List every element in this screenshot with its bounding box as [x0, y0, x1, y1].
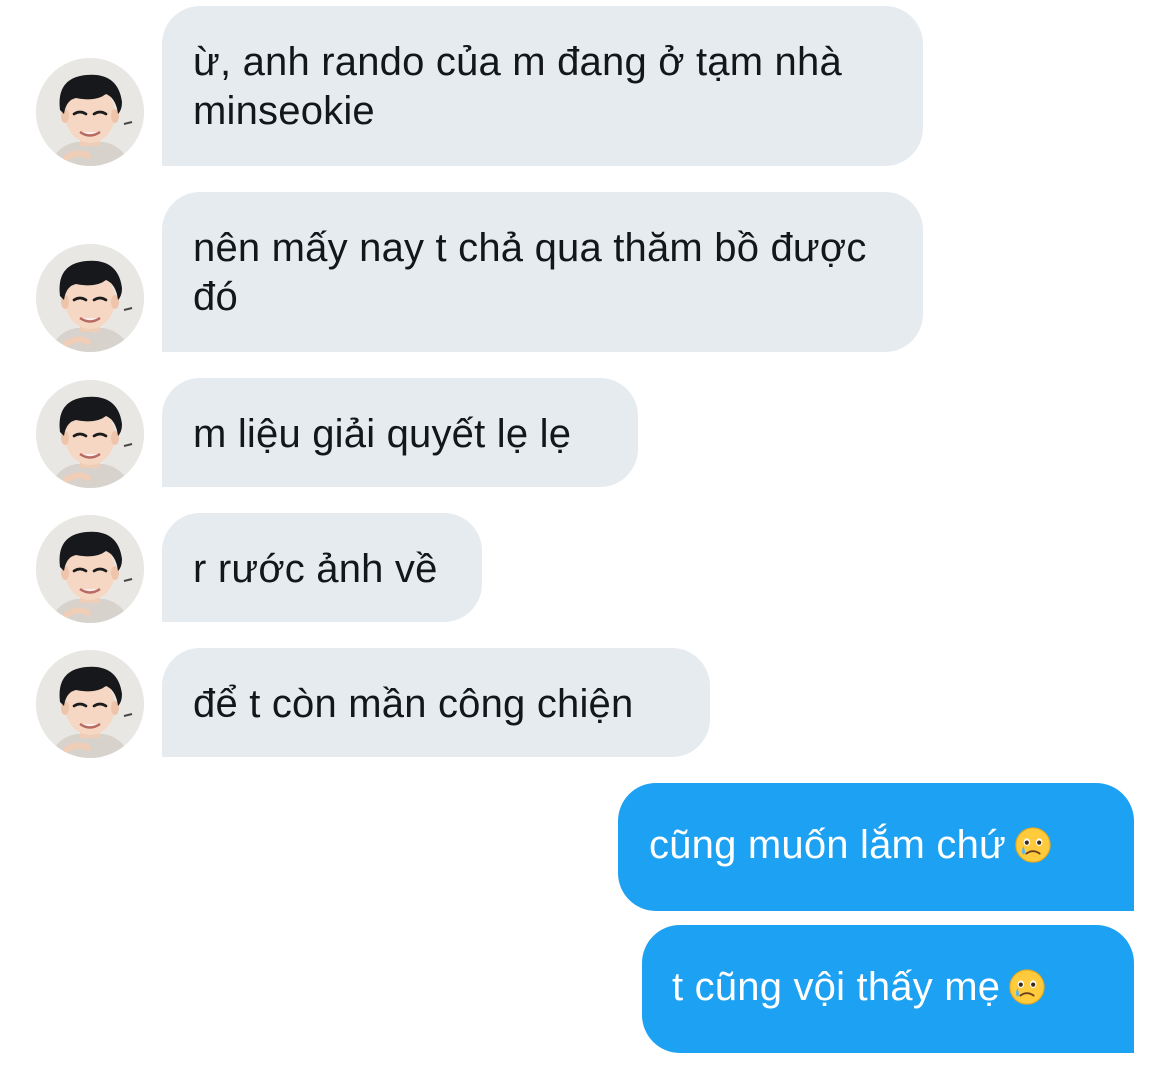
avatar[interactable] [36, 515, 144, 623]
message-bubble[interactable]: ừ, anh rando của m đang ở tạm nhà minseo… [162, 6, 923, 166]
message-text: r rước ảnh về [193, 547, 438, 591]
message-bubble-outgoing[interactable]: cũng muốn lắm chứ [618, 783, 1134, 911]
face-holding-back-tears-icon [1008, 968, 1046, 1006]
message-text: để t còn mần công chiện [193, 682, 634, 726]
message-text: ừ, anh rando của m đang ở tạm nhà minseo… [193, 40, 842, 133]
message-text: nên mấy nay t chả qua thăm bồ được đó [193, 226, 867, 319]
message-text: m liệu giải quyết lẹ lẹ [193, 412, 572, 456]
message-text: cũng muốn lắm chứ [649, 823, 1007, 867]
avatar[interactable] [36, 244, 144, 352]
face-holding-back-tears-icon [1014, 826, 1052, 864]
message-bubble[interactable]: m liệu giải quyết lẹ lẹ [162, 378, 638, 487]
message-bubble[interactable]: r rước ảnh về [162, 513, 482, 622]
avatar[interactable] [36, 650, 144, 758]
avatar[interactable] [36, 58, 144, 166]
message-text: t cũng vội thấy mẹ [672, 965, 1001, 1009]
message-bubble[interactable]: nên mấy nay t chả qua thăm bồ được đó [162, 192, 923, 352]
message-bubble-outgoing[interactable]: t cũng vội thấy mẹ [642, 925, 1134, 1053]
message-bubble[interactable]: để t còn mần công chiện [162, 648, 710, 757]
avatar[interactable] [36, 380, 144, 488]
